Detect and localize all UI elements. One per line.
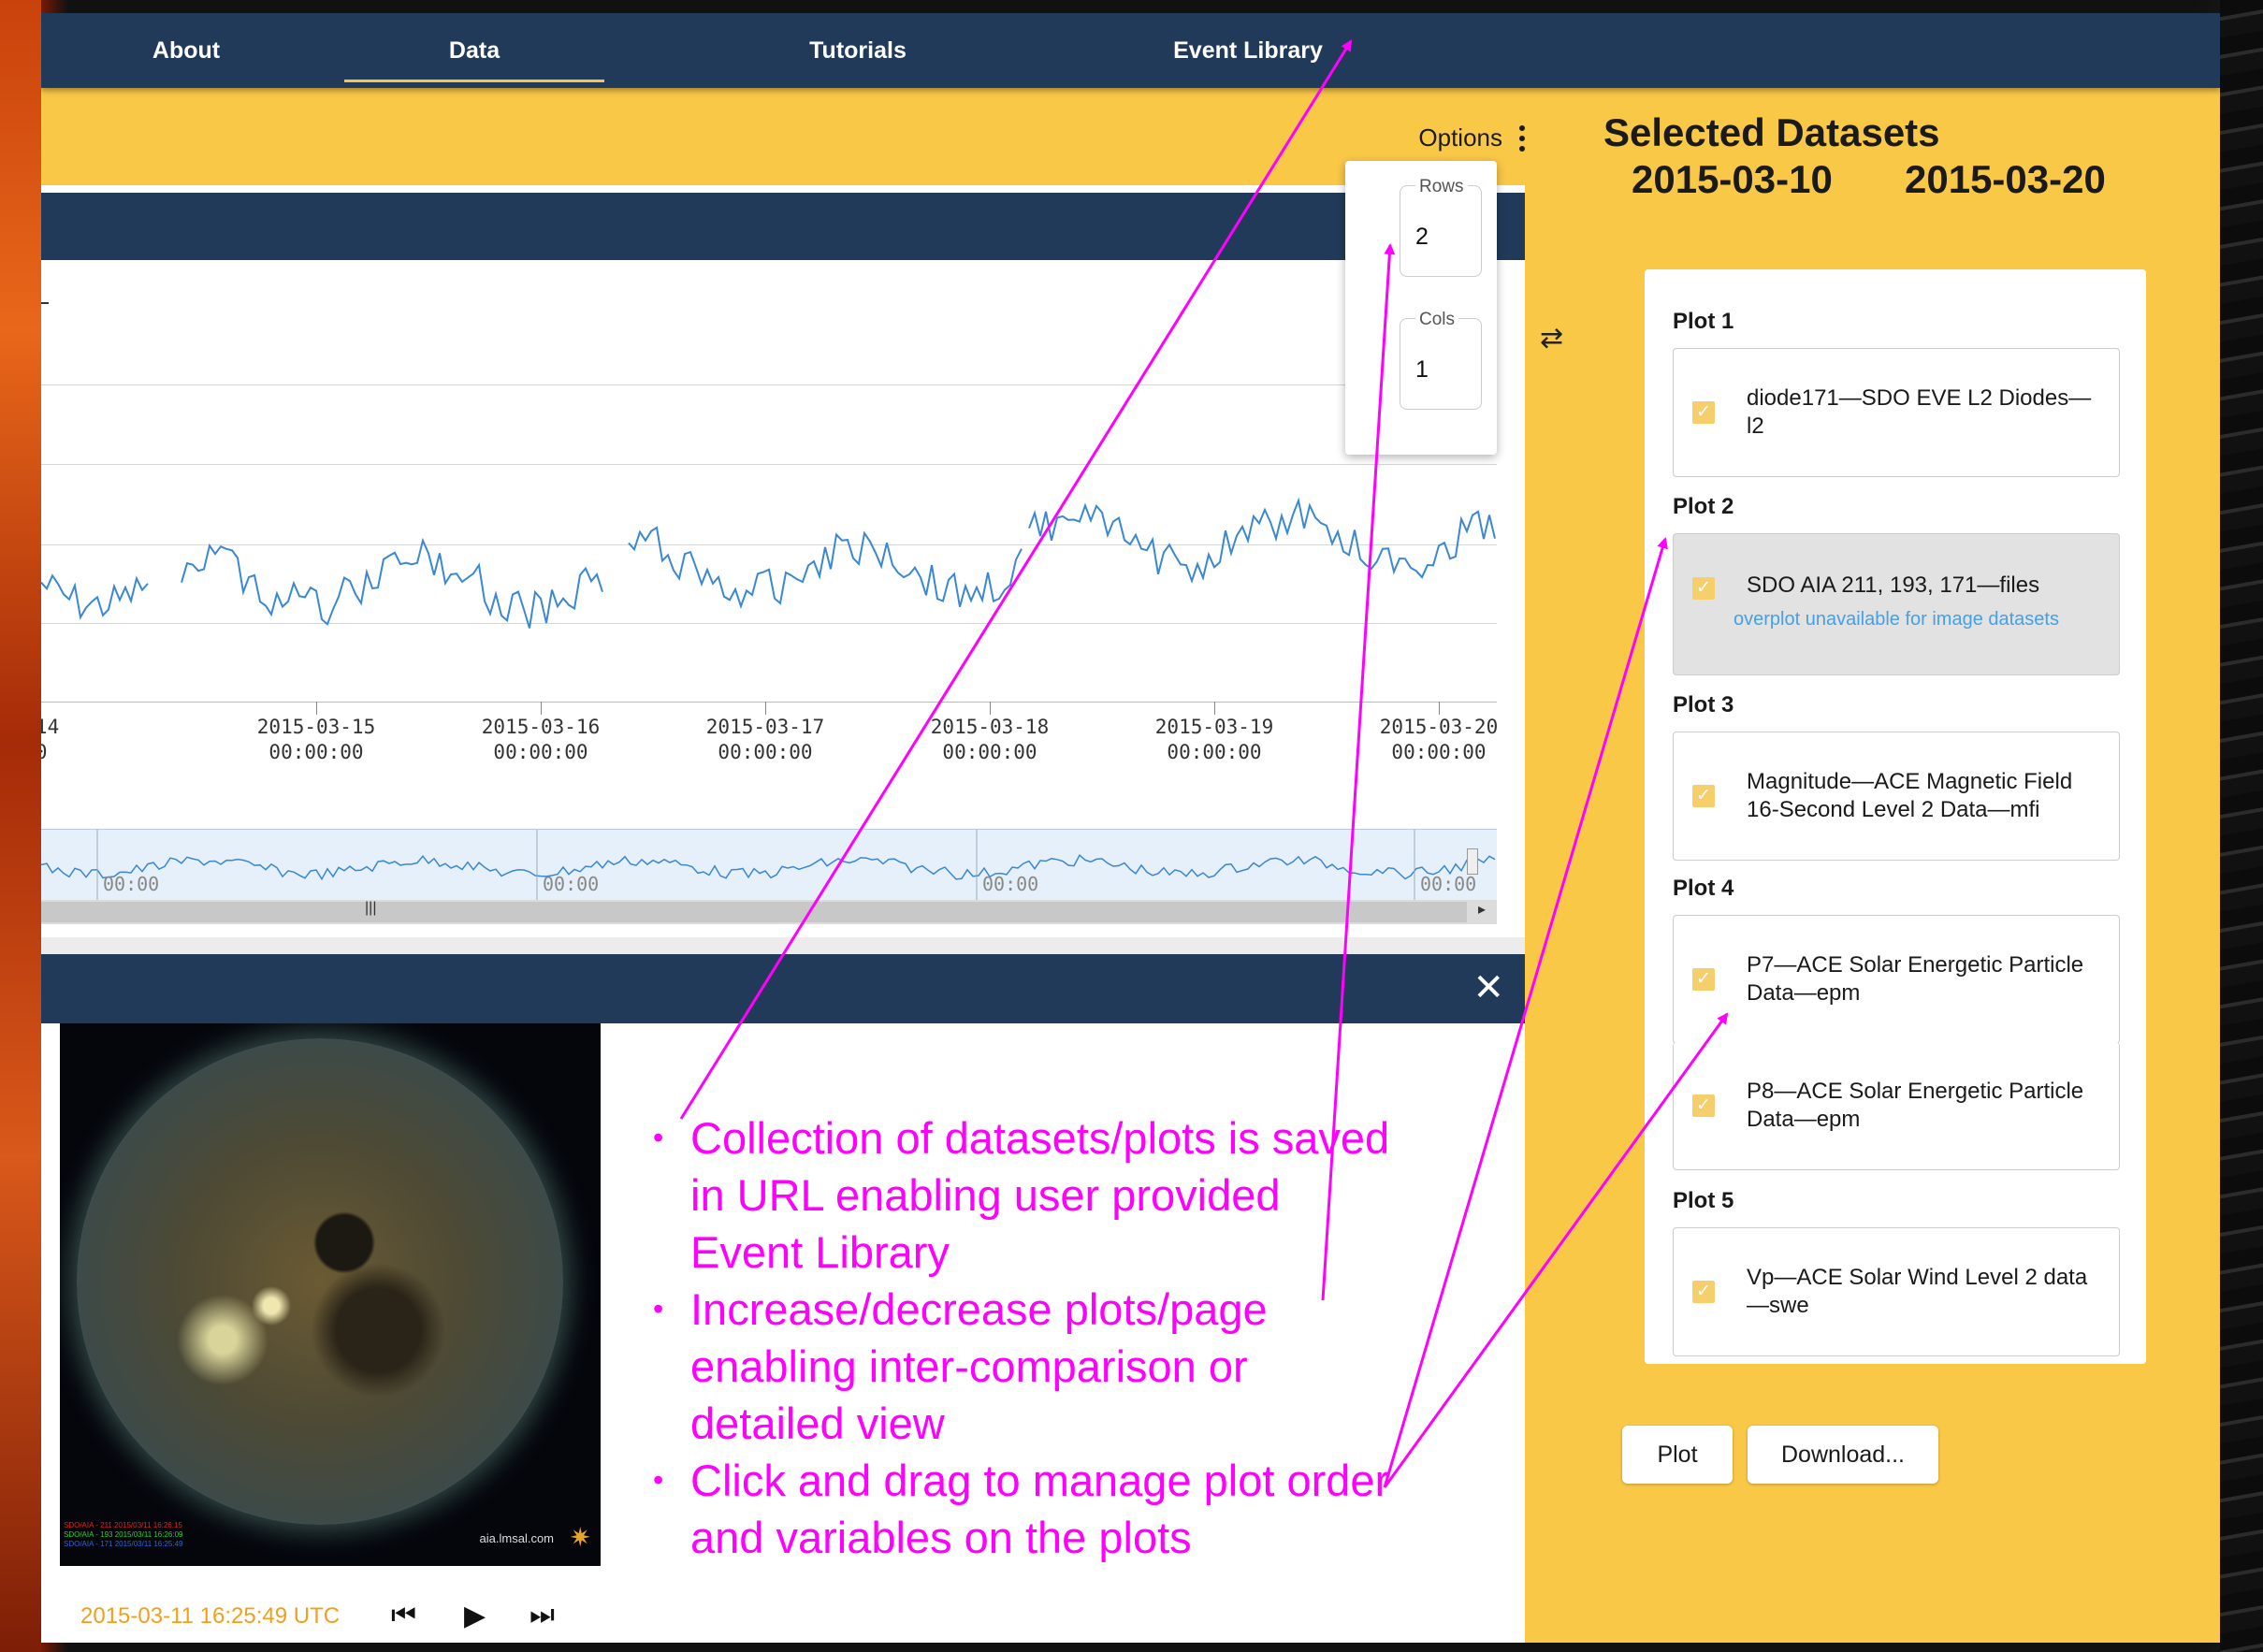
series-line: [41, 573, 149, 620]
rows-value: 2: [1415, 224, 1429, 250]
navigator-label: 00:00: [1420, 873, 1477, 895]
plot-toolbar: Options: [41, 88, 1566, 185]
nav-about[interactable]: About: [99, 13, 273, 88]
plot-group-label: Plot 5: [1673, 1188, 1734, 1213]
image-credit: aia.lmsal.com: [479, 1531, 554, 1545]
navigator-handle[interactable]: [1467, 848, 1478, 875]
checkbox[interactable]: ✓: [1692, 577, 1715, 600]
checkbox[interactable]: ✓: [1692, 401, 1715, 424]
dataset-name: P8—ACE Solar Energetic Particle Data—epm: [1747, 1079, 2084, 1132]
plot-group-label: Plot 2: [1673, 494, 1734, 519]
aia-logo-icon: ✷: [569, 1523, 591, 1552]
series-line-segment: [181, 537, 603, 629]
x-tick-label: 2015-03-17 00:00:00: [705, 716, 825, 763]
options-popup: Rows 2 Cols 1: [1345, 161, 1497, 455]
dataset-name: P7—ACE Solar Energetic Particle Data—epm: [1747, 952, 2084, 1006]
plot-group-label: Plot 4: [1673, 876, 1734, 901]
navigator-label: 00:00: [103, 873, 160, 895]
panel-title: Selected Datasets: [1603, 110, 1940, 154]
checkbox[interactable]: ✓: [1692, 968, 1715, 991]
end-date[interactable]: 2015-03-20: [1905, 157, 2106, 202]
cols-field[interactable]: Cols 1: [1400, 310, 1482, 410]
plot-group-label: Plot 1: [1673, 309, 1734, 334]
annotation-item: Collection of datasets/plots is saved in…: [653, 1109, 1401, 1281]
dataset-name: Vp—ACE Solar Wind Level 2 data—swe: [1747, 1265, 2088, 1318]
plot-group-label: Plot 3: [1673, 692, 1734, 717]
x-tick-label: 2015-03-15 00:00:00: [256, 716, 376, 763]
nav-event-library[interactable]: Event Library: [1138, 13, 1358, 88]
sun-disk: [77, 1038, 563, 1525]
range-navigator[interactable]: 00:00 00:00 00:00 00:00: [41, 829, 1497, 901]
dataset-name: Magnitude—ACE Magnetic Field 16-Second L…: [1747, 769, 2073, 822]
background-left-solar: [0, 0, 41, 1652]
plot-2-header[interactable]: ✕: [41, 954, 1525, 1023]
play-icon[interactable]: ▶: [464, 1600, 486, 1632]
rows-label: Rows: [1415, 177, 1468, 197]
download-button[interactable]: Download...: [1748, 1426, 1938, 1484]
x-tick-label: 2015-03-20 00:00:00: [1379, 716, 1499, 763]
scrollbar-thumb[interactable]: [41, 902, 1467, 922]
navigator-label: 00:00: [543, 873, 600, 895]
selected-datasets-panel: Selected Datasets 2015-03-10 2015-03-20 …: [1566, 88, 2220, 1643]
cols-value: 1: [1415, 356, 1429, 383]
background-right-streaks: [2220, 0, 2263, 1652]
swap-arrows-icon[interactable]: ⇄: [1540, 322, 1563, 355]
top-nav: About Data Tutorials Event Library: [41, 13, 2220, 88]
checkbox[interactable]: ✓: [1692, 1094, 1715, 1117]
dataset-name: SDO AIA 211, 193, 171—files: [1747, 572, 2040, 598]
dataset-card[interactable]: ✓ P7—ACE Solar Energetic Particle Data—e…: [1673, 915, 2120, 1044]
skip-forward-icon[interactable]: ⏭: [529, 1600, 555, 1631]
dataset-list: Plot 1 ✓ diode171—SDO EVE L2 Diodes—l2 P…: [1645, 269, 2146, 1364]
image-legend: SDO/AIA - 211 2015/03/11 16:26:15 SDO/AI…: [64, 1521, 183, 1548]
scrollbar[interactable]: ||| ▸: [41, 900, 1497, 924]
series-line-segment: [628, 526, 1023, 610]
nav-data[interactable]: Data: [344, 13, 604, 88]
annotation-item: Increase/decrease plots/page enabling in…: [653, 1281, 1401, 1452]
close-icon[interactable]: ✕: [1472, 969, 1504, 1007]
rows-field[interactable]: Rows 2: [1400, 177, 1482, 277]
cols-label: Cols: [1415, 310, 1459, 330]
dataset-card[interactable]: ✓ Vp—ACE Solar Wind Level 2 data—swe: [1673, 1227, 2120, 1356]
dataset-card[interactable]: ✓ SDO AIA 211, 193, 171—files overplot u…: [1673, 533, 2120, 675]
series-line-segment: [1028, 497, 1496, 584]
arrow-right-icon[interactable]: ▸: [1478, 900, 1486, 919]
checkbox[interactable]: ✓: [1692, 1281, 1715, 1303]
navigator-label: 00:00: [982, 873, 1039, 895]
dataset-card[interactable]: ✓ diode171—SDO EVE L2 Diodes—l2: [1673, 348, 2120, 477]
annotation-list: Collection of datasets/plots is saved in…: [653, 1109, 1401, 1566]
start-date[interactable]: 2015-03-10: [1632, 157, 1833, 202]
x-tick-label: 2015-03-16 00:00:00: [481, 716, 601, 763]
x-tick-label: 2015-03-1400:00:00: [41, 716, 60, 763]
nav-tutorials[interactable]: Tutorials: [762, 13, 954, 88]
options-button[interactable]: Options: [1418, 123, 1525, 152]
annotation-item: Click and drag to manage plot order and …: [653, 1452, 1401, 1566]
options-label: Options: [1418, 123, 1502, 152]
dataset-card[interactable]: ✓ P8—ACE Solar Energetic Particle Data—e…: [1673, 1042, 2120, 1170]
skip-back-icon[interactable]: ⏮: [391, 1600, 416, 1631]
grip-icon: |||: [365, 900, 377, 916]
image-timestamp: 2015-03-11 16:25:49 UTC: [80, 1603, 341, 1629]
dataset-card[interactable]: ✓ Magnitude—ACE Magnetic Field 16-Second…: [1673, 732, 2120, 861]
plot-panel-1: 2015-03-1400:00:00 2015-03-1500:00:00 20…: [41, 185, 1525, 937]
x-tick-label: 2015-03-19 00:00:00: [1154, 716, 1274, 763]
overplot-note: overplot unavailable for image datasets: [1734, 609, 2059, 630]
dataset-name: diode171—SDO EVE L2 Diodes—l2: [1747, 385, 2092, 439]
kebab-icon: [1519, 124, 1525, 152]
checkbox[interactable]: ✓: [1692, 785, 1715, 807]
plot-button[interactable]: Plot: [1622, 1426, 1733, 1484]
x-tick-label: 2015-03-18 00:00:00: [930, 716, 1050, 763]
solar-image: SDO/AIA - 211 2015/03/11 16:26:15 SDO/AI…: [60, 1023, 601, 1566]
